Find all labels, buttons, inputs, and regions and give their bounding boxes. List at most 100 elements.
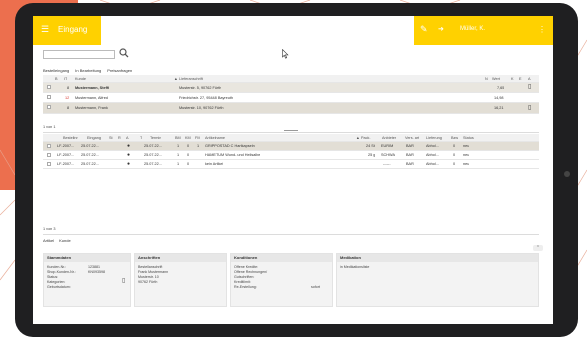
row-adresse: Musterstr. 5, 90762 Fürth	[179, 86, 222, 90]
row-fm: 1	[197, 144, 200, 148]
eye-icon[interactable]: ●	[127, 161, 130, 167]
row-km: 0	[187, 162, 190, 166]
row-checkbox[interactable]	[47, 95, 51, 99]
col-e[interactable]: E	[519, 76, 522, 82]
row-checkbox[interactable]	[47, 144, 51, 148]
row-eingang: 25.07.22...	[81, 153, 99, 157]
col-b[interactable]: B	[55, 76, 58, 82]
row-bm: 1	[177, 162, 180, 166]
col-fm[interactable]: FM	[195, 135, 200, 141]
document-icon[interactable]: ▯	[528, 105, 531, 111]
tab-preisanfragen[interactable]: Preisanfragen	[107, 68, 132, 75]
col-status[interactable]: Status	[463, 135, 474, 141]
col-kunde[interactable]: Kunde	[75, 76, 86, 82]
row-anbieter: ------	[383, 162, 391, 166]
row-termin: 25.07.22...	[144, 153, 162, 157]
col-wert[interactable]: Wert	[492, 76, 500, 82]
tab-in-bearbeitung[interactable]: In Bearbeitung	[75, 68, 101, 75]
table-row[interactable]: 8 Mustermann, Frank Musterstr. 10, 90762…	[43, 103, 539, 114]
tab-artikel[interactable]: Artikel	[43, 238, 54, 243]
col-bzw[interactable]: Bzw	[451, 135, 458, 141]
table-row[interactable]: 8 Mustermann, Steffi Musterstr. 5, 90762…	[43, 83, 539, 93]
order-lines-table: Bestellnr Eingang St R A T Termin BM KM …	[43, 134, 539, 170]
col-lieferanschrift[interactable]: Lieferanschrift	[179, 76, 203, 82]
arrow-right-icon[interactable]: ➜	[438, 25, 444, 33]
col-artikelname[interactable]: Artikelname	[205, 135, 225, 141]
label-kreditlimit: Kreditlimit:	[234, 280, 251, 284]
col-k[interactable]: K	[511, 76, 514, 82]
row-kunde: Mustermann, Alfred	[75, 96, 108, 100]
row-checkbox[interactable]	[47, 85, 51, 89]
address-line: Bestellanschrift	[138, 265, 163, 269]
row-artikel: kein Artikel	[205, 162, 224, 166]
row-bzw: 0	[453, 162, 456, 166]
row-pack: 24 St	[366, 144, 375, 148]
table-row[interactable]: 12 Mustermann, Alfred Friedrichstr. 27, …	[43, 93, 539, 103]
row-eingang: 25.07.22...	[81, 162, 99, 166]
col-st[interactable]: St	[109, 135, 113, 141]
user-name[interactable]: Müller, K.	[460, 26, 485, 32]
orders-count: 1 von 1	[43, 125, 56, 129]
panel-title: Medikation	[337, 254, 538, 262]
row-bzw: 0	[453, 153, 456, 157]
tab-kunde[interactable]: Kunde	[59, 238, 71, 243]
pin-icon[interactable]: ✎	[420, 24, 428, 35]
col-bm[interactable]: BM	[175, 135, 181, 141]
col-anbieter[interactable]: Anbieter	[382, 135, 396, 141]
eye-icon[interactable]: ●	[127, 152, 130, 158]
col-a[interactable]: A	[528, 76, 531, 82]
col-km[interactable]: KM	[185, 135, 191, 141]
panel-konditionen: Konditionen Offene Kredite: Offene Rechn…	[230, 253, 333, 307]
row-lieferung: Abhol...	[426, 162, 439, 166]
tab-bestelleingang[interactable]: Bestelleingang	[43, 68, 69, 75]
table-row[interactable]: LF-2007... 25.07.22... ● 25.07.22... 1 0…	[43, 160, 539, 169]
row-lieferung: Abhol...	[426, 153, 439, 157]
search-input[interactable]	[43, 50, 115, 59]
panel-medikation: Medikation in Medikationsliste	[336, 253, 539, 307]
row-checkbox[interactable]	[47, 162, 51, 166]
row-versart: BAR	[406, 144, 414, 148]
collapse-icon[interactable]: ⌃	[533, 245, 543, 251]
col-r[interactable]: R	[118, 135, 121, 141]
eye-icon[interactable]: ●	[127, 143, 130, 149]
divider	[43, 234, 539, 235]
col-eingang[interactable]: Eingang	[87, 135, 101, 141]
col-n[interactable]: N	[485, 76, 488, 82]
document-icon[interactable]: ▯	[528, 84, 531, 90]
panel-stammdaten: Stammdaten Kunden-Nr.: 123881 Shop-Kunde…	[43, 253, 131, 307]
col-termin[interactable]: Termin	[150, 135, 161, 141]
sort-asc-icon[interactable]: ▲	[174, 76, 178, 82]
row-kunde: Mustermann, Steffi	[75, 86, 110, 90]
row-km: 0	[187, 153, 190, 157]
label-re-erstellung: Re-Erstellung:	[234, 285, 257, 289]
col-a[interactable]: A	[126, 135, 129, 141]
table-row[interactable]: LF-2007... 25.07.22... ● 25.07.22... 1 0…	[43, 151, 539, 160]
col-pack[interactable]: Pack.	[361, 135, 371, 141]
table-row[interactable]: LF-2007... 25.07.22... ● 25.07.22... 1 0…	[43, 142, 539, 151]
col-t[interactable]: T	[140, 135, 142, 141]
row-checkbox[interactable]	[47, 153, 51, 157]
col-lieferung[interactable]: Lieferung	[426, 135, 442, 141]
row-adresse: Friedrichstr. 27, 95448 Bayreuth	[179, 96, 234, 100]
row-wert: 7,65	[497, 86, 505, 90]
row-status: neu	[463, 153, 470, 157]
row-adresse: Musterstr. 10, 90762 Fürth	[179, 106, 224, 110]
orders-table: B IT Kunde ▲ Lieferanschrift N Wert K E …	[43, 75, 539, 115]
value-re-erstellung: sofort	[311, 285, 320, 289]
sort-asc-icon[interactable]: ▲	[356, 135, 360, 141]
value-kundennr: 123881	[88, 265, 100, 269]
table-header: B IT Kunde ▲ Lieferanschrift N Wert K E …	[43, 75, 539, 83]
row-bestellnr: LF-2007...	[57, 144, 75, 148]
value-shop-kundennr: KN093598	[88, 270, 105, 274]
search-icon[interactable]	[119, 48, 129, 58]
menu-icon[interactable]: ☰	[41, 25, 50, 34]
user-area: ✎ ➜ Müller, K. ⋮	[414, 16, 553, 45]
col-versart[interactable]: Vers. art	[405, 135, 419, 141]
row-checkbox[interactable]	[47, 105, 51, 109]
document-icon[interactable]: ▯	[122, 277, 125, 284]
lines-count: 1 von 3	[43, 227, 56, 231]
resize-handle[interactable]	[284, 130, 298, 131]
col-it[interactable]: IT	[64, 76, 67, 82]
more-icon[interactable]: ⋮	[538, 25, 546, 34]
col-bestellnr[interactable]: Bestellnr	[63, 135, 78, 141]
